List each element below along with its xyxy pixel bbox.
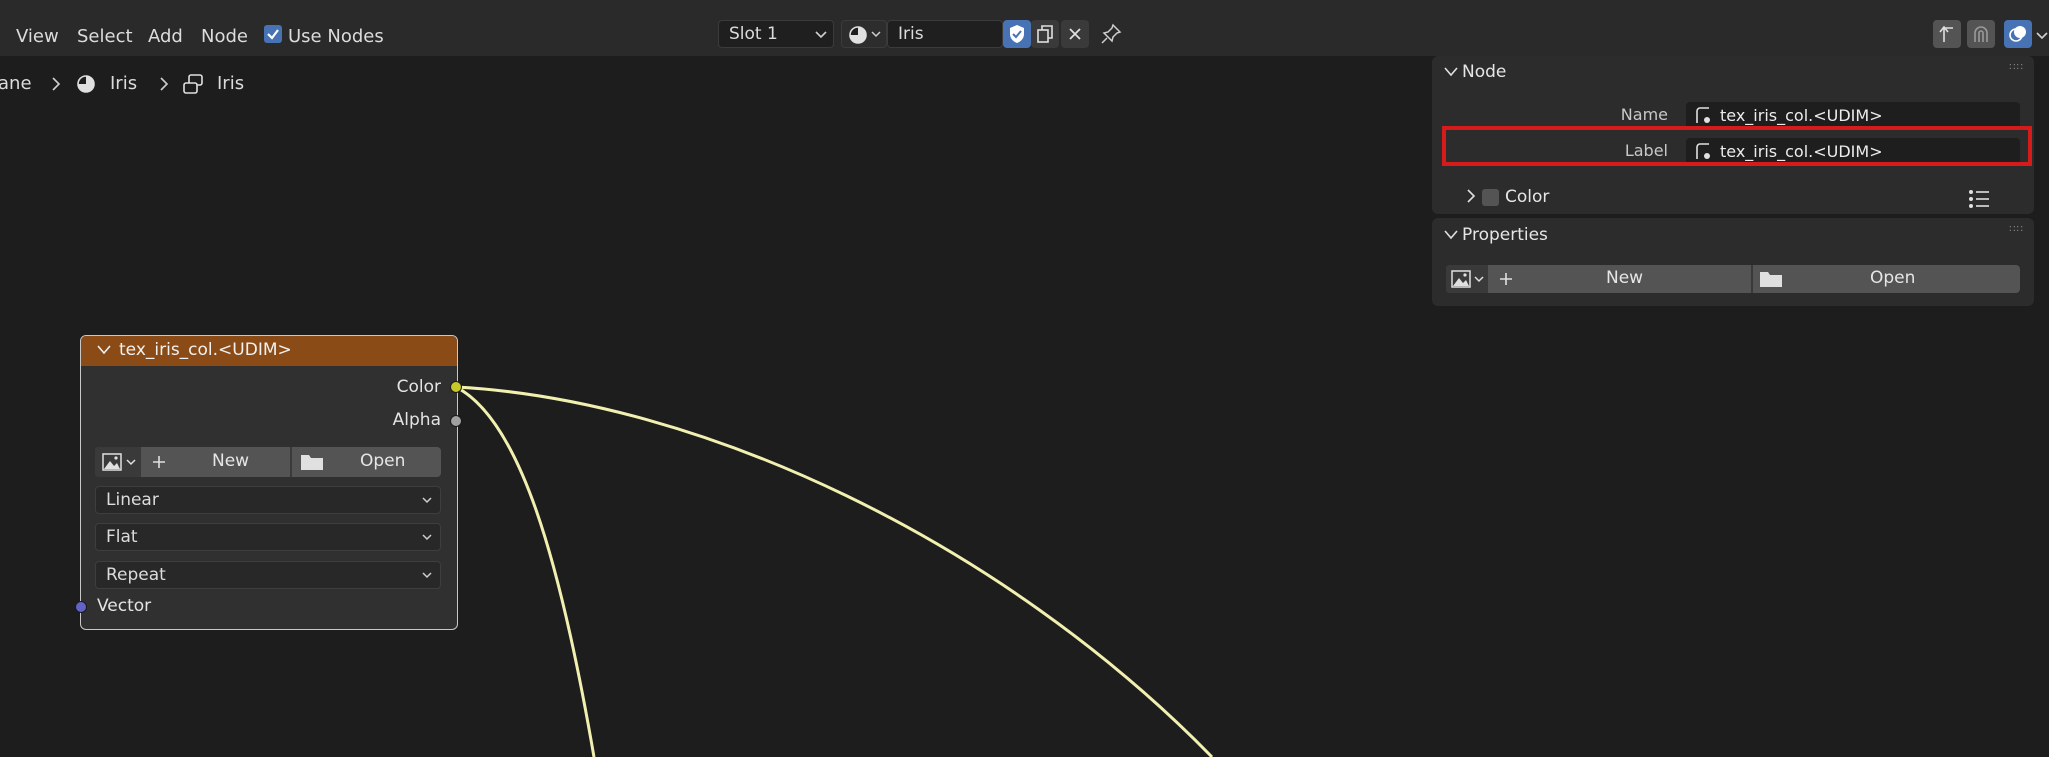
breadcrumb-nodetree: Iris	[217, 73, 245, 94]
plus-icon	[153, 456, 165, 468]
projection-value: Flat	[106, 527, 138, 547]
chevron-down-icon	[1474, 276, 1484, 283]
output-alpha-socket[interactable]	[450, 415, 462, 427]
name-value: tex_iris_col.<UDIM>	[1720, 106, 1883, 125]
chevron-right-icon[interactable]	[1466, 188, 1476, 204]
chevron-down-icon	[422, 534, 432, 541]
node-header[interactable]: tex_iris_col.<UDIM>	[81, 336, 457, 366]
folder-icon	[1760, 272, 1782, 287]
chevron-right-icon	[160, 77, 169, 91]
node-name-icon	[1696, 107, 1710, 123]
open-image-label: Open	[1870, 268, 1916, 288]
collapse-chevron-icon[interactable]	[97, 345, 111, 355]
open-image-label: Open	[360, 451, 406, 471]
open-image-button[interactable]: Open	[292, 447, 441, 477]
chevron-down-icon	[126, 459, 136, 466]
browse-image-button[interactable]	[1446, 265, 1488, 293]
folder-icon	[301, 455, 323, 470]
link-color-right	[455, 385, 1214, 757]
image-selector-row: New Open	[95, 447, 441, 477]
collapse-chevron-icon[interactable]	[1444, 230, 1458, 240]
image-texture-node[interactable]: tex_iris_col.<UDIM> Color Alpha New Open…	[80, 335, 458, 630]
name-label: Name	[1620, 105, 1668, 124]
image-icon	[102, 453, 122, 471]
breadcrumb-material: Iris	[110, 73, 138, 94]
node-panel-title[interactable]: Node	[1462, 62, 1506, 82]
output-alpha-label: Alpha	[392, 410, 441, 430]
input-vector-socket[interactable]	[75, 601, 87, 613]
interpolation-value: Linear	[106, 490, 159, 510]
material-sphere-icon	[77, 75, 95, 93]
color-checkbox[interactable]	[1482, 189, 1499, 206]
plus-icon	[1500, 273, 1512, 285]
output-color-socket[interactable]	[450, 381, 462, 393]
properties-panel-title[interactable]: Properties	[1462, 225, 1548, 245]
interpolation-dropdown[interactable]: Linear	[95, 486, 441, 514]
new-image-button[interactable]: New	[142, 447, 290, 477]
color-subpanel-label[interactable]: Color	[1505, 187, 1549, 207]
chevron-right-icon	[52, 77, 61, 91]
properties-image-row: New Open	[1446, 265, 2020, 293]
drag-handle-icon[interactable]: ∷∷	[2009, 62, 2024, 73]
link-color-down	[455, 385, 596, 757]
label-highlight-box	[1442, 126, 2032, 166]
input-vector-label: Vector	[97, 596, 152, 616]
node-tree-icon	[183, 74, 203, 94]
chevron-down-icon	[422, 497, 432, 504]
output-color-label: Color	[396, 377, 441, 397]
drag-handle-icon[interactable]: ∷∷	[2009, 224, 2024, 235]
chevron-down-icon	[422, 572, 432, 579]
extension-value: Repeat	[106, 565, 166, 585]
presets-list-icon[interactable]	[1968, 189, 1990, 209]
new-image-label: New	[1606, 268, 1644, 288]
extension-dropdown[interactable]: Repeat	[95, 561, 441, 589]
new-image-button[interactable]: New	[1489, 265, 1751, 293]
projection-dropdown[interactable]: Flat	[95, 523, 441, 551]
image-icon	[1451, 270, 1471, 288]
node-title: tex_iris_col.<UDIM>	[119, 340, 292, 360]
browse-image-button[interactable]	[95, 447, 141, 477]
collapse-chevron-icon[interactable]	[1444, 67, 1458, 77]
breadcrumb-scene: ane	[0, 73, 32, 94]
new-image-label: New	[212, 451, 250, 471]
open-image-button[interactable]: Open	[1753, 265, 2020, 293]
